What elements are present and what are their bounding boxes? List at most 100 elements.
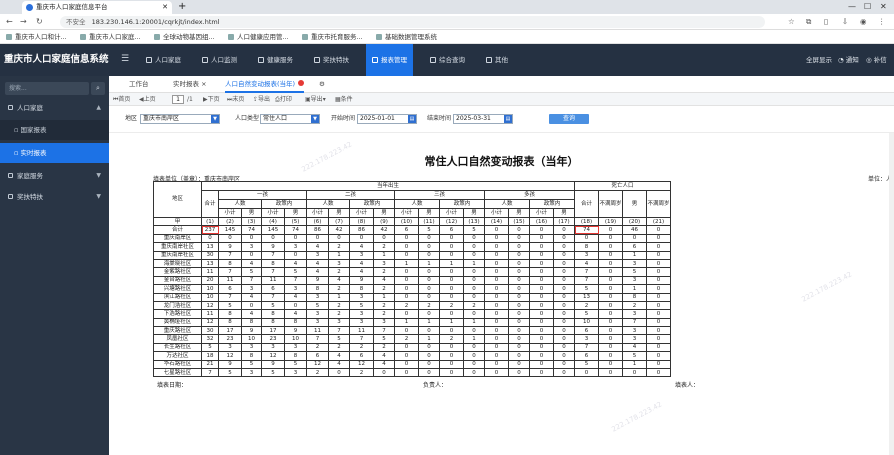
first-page-button[interactable]: ⏮首页 [113,93,130,106]
browser-menu-icon[interactable]: ⋮ [878,17,886,27]
data-cell: 0 [284,300,307,311]
data-cell: 0 [484,225,509,235]
sidebar-item-subsidy[interactable]: 奖扶特扶 ▼ [0,187,109,207]
bookmark-3[interactable]: 全球动物基因组... [154,30,215,44]
new-tab-icon[interactable]: + [178,0,186,14]
header-male: 男 [284,208,307,218]
menu-item-population[interactable]: 人口家庭 [146,44,181,76]
forward-icon[interactable]: → [20,16,27,28]
bookmark-1[interactable]: 重庆市人口和计... [6,30,67,44]
page-number-input[interactable]: 1 [172,95,184,104]
extensions-icon[interactable]: ⧉ [806,17,811,27]
data-cell: 3 [284,342,307,353]
report-title: 常住人口自然变动报表（当年） [424,155,579,168]
sidebar-icon[interactable]: ▯ [824,17,828,27]
data-cell: 0 [418,267,440,277]
sidebar-item-realtime-report[interactable]: ▫ 实时报表 [0,143,109,163]
row-area-name: 下浩路社区 [153,309,202,319]
vertical-scrollbar[interactable] [889,133,894,455]
browser-tabbar: 重庆市人口家庭信息平台 ✕ + — ☐ ✕ [0,0,894,14]
insecure-warning: 不安全 [66,18,86,26]
area-select[interactable]: 重庆市南岸区 ▼ [140,114,220,124]
condition-button[interactable]: ▦条件 [335,93,353,106]
query-button[interactable]: 查询 [549,114,589,124]
data-cell: 0 [439,342,464,353]
data-cell: 3 [349,309,374,319]
tab-natural-change-report[interactable]: 人口自然变动报表(当年) [225,76,305,93]
sidebar-item-population[interactable]: 人口家庭 ▲ [0,98,109,118]
data-cell: 0 [463,267,485,277]
chevron-down-icon: ▼ [311,115,319,123]
header-subtotal: 小计 [261,208,285,218]
folder-icon [8,194,13,199]
header-people: 人数 [306,199,350,209]
data-cell: 0 [439,242,464,252]
tab-close-dot-icon[interactable] [298,80,305,86]
data-cell: 0 [553,233,575,244]
data-cell: 0 [418,309,440,319]
data-cell: 0 [529,267,554,277]
star-icon[interactable]: ☆ [788,17,795,27]
header-in-policy: 政策内 [529,199,575,209]
header-infant: 不满周岁 [598,190,623,218]
browser-tab[interactable]: 重庆市人口家庭信息平台 ✕ [22,1,172,14]
sidebar-search-input[interactable]: 搜索... [5,82,89,95]
close-tab-icon[interactable]: × [201,80,206,88]
data-cell: 3 [306,317,329,328]
data-cell: 4 [349,267,374,277]
close-window-icon[interactable]: ✕ [880,0,887,14]
tab-realtime-report[interactable]: 实时报表 × [173,76,207,93]
menu-item-reports[interactable]: 报表管理 [366,44,413,76]
start-date-input[interactable]: 2025-01-01 ▤ [357,114,417,124]
bookmark-2[interactable]: 重庆市人口家庭... [80,30,141,44]
menu-item-query[interactable]: 综合查询 [430,44,465,76]
profile-icon[interactable]: ◉ [860,17,867,27]
close-tab-icon[interactable]: ✕ [162,1,168,14]
end-date-input[interactable]: 2025-03-31 ▤ [453,114,513,124]
url-field[interactable]: 不安全 183.230.146.1:20001/cqrkjt/index.htm… [60,16,765,28]
prev-page-button[interactable]: ◀上页 [139,93,156,106]
back-icon[interactable]: ← [6,16,13,28]
reload-icon[interactable]: ↻ [36,16,43,28]
data-cell: 5 [622,351,647,361]
sidebar-item-national-report[interactable]: ▫ 国家报表 [0,120,109,140]
fullscreen-button[interactable]: 全屏显示 [806,44,832,76]
data-cell: 0 [394,309,419,319]
data-cell: 4 [241,309,262,319]
data-cell: 0 [349,233,374,244]
data-cell: 0 [529,359,554,370]
minimize-icon[interactable]: — [848,0,856,14]
data-cell: 4 [328,359,350,370]
population-type-select[interactable]: 常住人口 ▼ [260,114,320,124]
print-button[interactable]: ⎙打印 [275,93,292,106]
bookmark-6[interactable]: 基础数据管理系统 [376,30,437,44]
export-button[interactable]: ⇪导出 [253,93,270,106]
data-cell: 13 [201,258,219,269]
next-page-button[interactable]: ▶下页 [203,93,220,106]
col-code: (7) [328,216,350,227]
export-menu-button[interactable]: ▣导出▾ [305,93,326,106]
download-icon[interactable]: ⇩ [842,17,848,27]
data-cell: 2 [574,300,599,311]
search-icon[interactable]: ⌕ [91,82,105,95]
bookmark-5[interactable]: 重庆市托育服务... [302,30,363,44]
menu-item-other[interactable]: 其他 [486,44,508,76]
bookmark-4[interactable]: 人口健康应用管... [228,30,289,44]
area-label: 地区 [125,115,138,122]
menu-toggle-icon[interactable]: ☰ [121,55,129,64]
maximize-icon[interactable]: ☐ [864,0,871,14]
data-cell: 9 [306,275,329,286]
data-cell: 237 [201,225,219,235]
data-cell: 0 [646,258,671,269]
tab-settings-icon[interactable]: ⚙ [319,76,325,93]
user-button[interactable]: ◎ 补信 [866,44,887,76]
data-cell: 8 [622,292,647,302]
notification-button[interactable]: ◔ 通知 [838,44,859,76]
menu-item-health[interactable]: 健康服务 [258,44,293,76]
tab-workbench[interactable]: 工作台 [129,76,149,93]
menu-item-monitoring[interactable]: 人口监测 [202,44,237,76]
url-text: 183.230.146.1:20001/cqrkjt/index.html [91,18,220,26]
sidebar-item-family-service[interactable]: 家庭服务 ▼ [0,166,109,186]
last-page-button[interactable]: ⏭末页 [227,93,244,106]
menu-item-subsidy[interactable]: 奖扶特扶 [314,44,349,76]
